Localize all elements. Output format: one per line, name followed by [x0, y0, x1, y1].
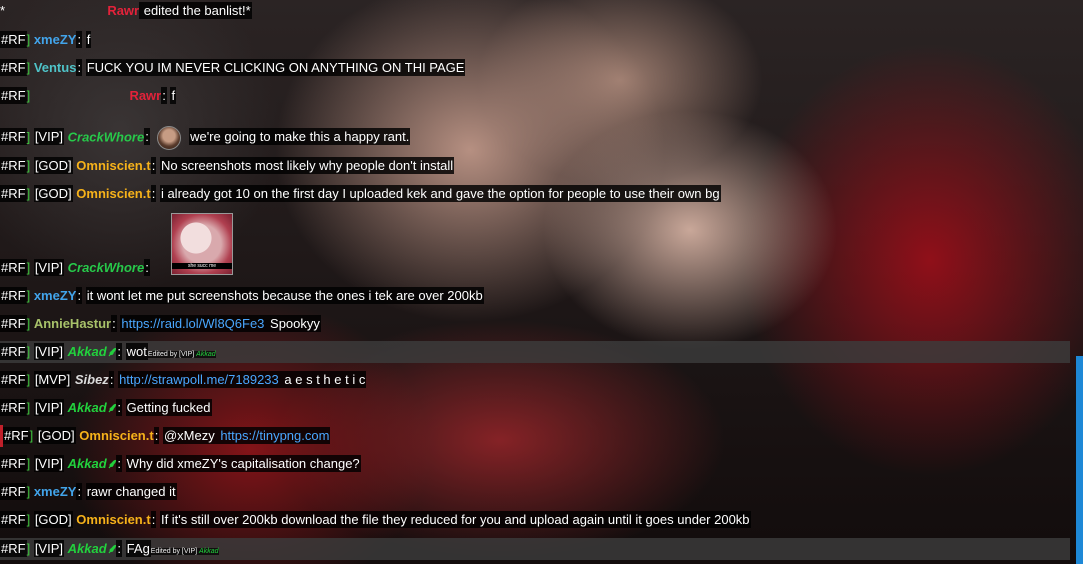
username[interactable]: AnnieHastur — [34, 316, 111, 331]
chat-line: #RF] [GOD] Omniscien.t: No screenshots m… — [0, 157, 455, 174]
chat-line: #RF] [GOD] Omniscien.t: If it's still ov… — [0, 511, 751, 528]
chat-line: #RF] Rawr: f — [0, 87, 177, 104]
group-tag: #RF — [0, 343, 27, 360]
group-tag: #RF — [0, 128, 27, 146]
system-username[interactable]: Rawr — [107, 3, 139, 18]
message-text: Getting fucked — [125, 399, 212, 416]
username[interactable]: Ventus — [34, 60, 77, 75]
system-text: edited the banlist!* — [139, 2, 252, 19]
message-text: it wont let me put screenshots because t… — [85, 287, 484, 304]
emote-image — [157, 126, 182, 150]
group-tag: #RF — [0, 483, 27, 500]
username[interactable]: Omniscien.t — [79, 428, 153, 443]
message-text: FAg — [125, 540, 151, 557]
rank-badge: [MVP] — [33, 371, 72, 388]
chat-line: #RF] [VIP] Akkad⸙: Why did xmeZY's capit… — [0, 455, 361, 472]
group-tag: #RF — [0, 371, 27, 388]
group-tag: #RF — [0, 540, 27, 557]
message-text: we're going to make this a happy rant. — [189, 128, 411, 146]
message-text: Spookyy — [265, 315, 321, 332]
rank-badge: [GOD] — [36, 427, 76, 444]
shared-image[interactable]: she succ me — [171, 213, 233, 275]
group-tag: #RF — [0, 59, 27, 76]
message-text: If it's still over 200kb download the fi… — [159, 511, 751, 528]
group-tag: #RF — [0, 287, 27, 304]
chat-line-highlighted: #RF] [VIP] Akkad⸙: wotEdited by [VIP] Ak… — [0, 341, 1070, 363]
image-caption: she succ me — [172, 263, 232, 269]
group-tag: #RF — [0, 87, 27, 104]
rank-badge: [VIP] — [33, 399, 64, 416]
message-text: rawr changed it — [85, 483, 177, 500]
message-text: f — [85, 31, 92, 48]
chat-line: #RF] [MVP] Sibez: http://strawpoll.me/71… — [0, 371, 367, 388]
group-tag: #RF — [0, 31, 27, 48]
message-link[interactable]: http://strawpoll.me/7189233 — [118, 371, 280, 388]
system-message: * Rawr edited the banlist!* — [0, 0, 252, 22]
rank-badge: [GOD] — [33, 511, 73, 528]
rank-badge: [VIP] — [33, 343, 64, 360]
username[interactable]: Akkad — [68, 400, 107, 415]
chat-line: #RF] [GOD] Omniscien.t: i already got 10… — [0, 185, 721, 202]
chat-line: #RF] [VIP] Akkad⸙: Getting fucked — [0, 399, 212, 416]
rank-badge: [VIP] — [33, 540, 64, 557]
system-prefix: * — [0, 3, 6, 18]
chat-line: #RF] Ventus: FUCK YOU IM NEVER CLICKING … — [0, 59, 466, 76]
username[interactable]: Sibez — [75, 372, 109, 387]
rank-badge: [VIP] — [33, 455, 64, 472]
message-link[interactable]: https://tinypng.com — [219, 427, 331, 444]
message-link[interactable]: https://raid.lol/Wl8Q6Fe3 — [120, 315, 266, 332]
username[interactable]: xmeZY — [34, 288, 77, 303]
edited-note: Edited by [VIP] Akkad — [147, 351, 216, 358]
group-tag: #RF — [0, 511, 27, 528]
username[interactable]: Akkad — [68, 456, 107, 471]
username[interactable]: Omniscien.t — [76, 158, 150, 173]
group-tag: #RF — [0, 259, 27, 276]
message-text: f — [170, 87, 177, 104]
chat-line: #RF] xmeZY: f — [0, 31, 92, 48]
group-tag: #RF — [0, 185, 27, 202]
username[interactable]: CrackWhore — [68, 129, 145, 144]
username[interactable]: xmeZY — [34, 484, 77, 499]
chat-line: #RF] [VIP] CrackWhore: — [0, 259, 150, 276]
username[interactable]: CrackWhore — [68, 260, 145, 275]
message-text: FUCK YOU IM NEVER CLICKING ON ANYTHING O… — [85, 59, 466, 76]
rank-badge: [GOD] — [33, 185, 73, 202]
chat-line: #RF] xmeZY: rawr changed it — [0, 483, 177, 500]
username[interactable]: Akkad — [68, 541, 107, 556]
rank-badge: [VIP] — [33, 259, 64, 276]
message-text: No screenshots most likely why people do… — [159, 157, 455, 174]
chat-line-mention: #RF] [GOD] Omniscien.t: @xMezy https://t… — [0, 425, 331, 447]
message-text: i already got 10 on the first day I uplo… — [159, 185, 721, 202]
group-tag: #RF — [0, 157, 27, 174]
username[interactable]: Omniscien.t — [76, 512, 150, 527]
message-text: @xMezy — [162, 427, 220, 444]
chat-line: #RF] xmeZY: it wont let me put screensho… — [0, 287, 484, 304]
edited-note: Edited by [VIP] Akkad — [150, 548, 219, 555]
group-tag: #RF — [0, 455, 27, 472]
message-text: Why did xmeZY's capitalisation change? — [125, 455, 361, 472]
message-text: a e s t h e t i c — [279, 371, 367, 388]
scrollbar[interactable] — [1076, 356, 1083, 564]
rank-badge: [VIP] — [33, 128, 64, 146]
username[interactable]: Rawr — [129, 88, 161, 103]
username[interactable]: Omniscien.t — [76, 186, 150, 201]
username[interactable]: Akkad — [68, 344, 107, 359]
chat-line: #RF] AnnieHastur: https://raid.lol/Wl8Q6… — [0, 315, 321, 332]
group-tag: #RF — [3, 427, 30, 444]
rank-badge: [GOD] — [33, 157, 73, 174]
message-text: wot — [125, 343, 148, 360]
group-tag: #RF — [0, 315, 27, 332]
chat-line-highlighted: #RF] [VIP] Akkad⸙: FAgEdited by [VIP] Ak… — [0, 538, 1070, 560]
chat-line: #RF] [VIP] CrackWhore: we're going to ma… — [0, 126, 411, 150]
username[interactable]: xmeZY — [34, 32, 77, 47]
group-tag: #RF — [0, 399, 27, 416]
